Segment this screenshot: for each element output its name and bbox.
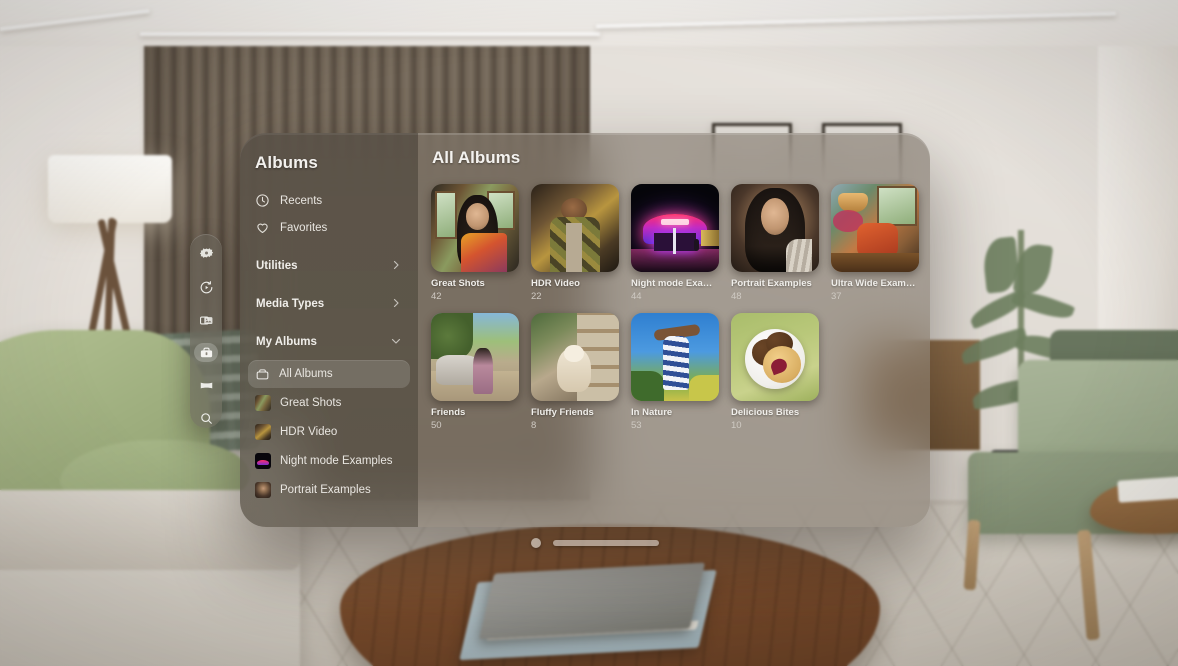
ceiling [0,0,1178,46]
sidebar-item-hdr-video[interactable]: HDR Video [248,418,410,446]
album-card-fluffy-friends[interactable]: Fluffy Friends 8 [531,313,619,431]
album-count: 42 [431,291,442,302]
sidebar-title: Albums [255,153,318,172]
sidebar-item-all-albums[interactable]: All Albums [248,360,410,388]
album-thumbnail [255,395,271,411]
album-card-night-mode-examples[interactable]: Night mode Exam… 44 [631,184,719,302]
media-tab[interactable] [194,311,218,330]
album-thumbnail[interactable] [431,313,519,401]
album-count: 53 [631,420,642,431]
side-table-paper [1117,475,1178,503]
album-thumbnail[interactable] [431,184,519,272]
search-tab[interactable] [194,409,218,428]
album-grid: Great Shots 42 HDR Video 22 Night mode E… [428,184,928,431]
cornice-center [140,32,600,36]
sidebar-item-great-shots[interactable]: Great Shots [248,389,410,417]
album-thumbnail[interactable] [831,184,919,272]
clock-icon [255,193,270,208]
album-count: 50 [431,420,442,431]
album-name: HDR Video [531,278,580,289]
album-card-delicious-bites[interactable]: Delicious Bites 10 [731,313,819,431]
album-card-hdr-video[interactable]: HDR Video 22 [531,184,619,302]
sidebar-item-portrait-examples[interactable]: Portrait Examples [248,476,410,504]
sidebar-item-label: HDR Video [280,426,338,438]
albums-box-icon [199,345,214,360]
book-upper [478,562,706,640]
sidebar-item-label: Great Shots [280,397,342,409]
sidebar-group-my-albums[interactable]: My Albums [248,329,410,355]
album-count: 10 [731,420,742,431]
album-name: Fluffy Friends [531,407,594,418]
sidebar-item-night-mode-examples[interactable]: Night mode Examples [248,447,410,475]
panorama-tab[interactable] [194,376,218,395]
chevron-right-icon [390,259,402,274]
play-circle-icon [199,280,214,295]
panorama-icon [199,378,214,393]
sidebar-item-label: Portrait Examples [280,484,371,496]
album-thumbnail [255,482,271,498]
photos-app-window: Albums Recents Favorites Utilities Media… [240,133,930,527]
close-window-dot[interactable] [531,538,541,548]
album-name: In Nature [631,407,673,418]
page-title: All Albums [432,148,521,167]
album-thumbnail [255,453,271,469]
album-name: Great Shots [431,278,485,289]
album-count: 48 [731,291,742,302]
album-card-portrait-examples[interactable]: Portrait Examples 48 [731,184,819,302]
album-thumbnail[interactable] [631,184,719,272]
albums-tab[interactable] [194,343,218,363]
library-tab[interactable] [194,245,218,264]
photos-rosette-icon [199,247,214,262]
app-tab-bar [190,234,222,428]
album-thumbnail[interactable] [731,313,819,401]
sidebar-item-recents[interactable]: Recents [248,187,410,214]
album-count: 37 [831,291,842,302]
sidebar-item-label: All Albums [279,368,333,380]
album-count: 44 [631,291,642,302]
album-count: 22 [531,291,542,302]
album-name: Delicious Bites [731,407,800,418]
chevron-down-icon [390,335,402,350]
sidebar-item-favorites[interactable]: Favorites [248,214,410,241]
album-thumbnail[interactable] [731,184,819,272]
floor-lamp-shade [48,155,172,223]
album-name: Friends [431,407,466,418]
sidebar-item-label: Recents [280,194,323,207]
album-card-friends[interactable]: Friends 50 [431,313,519,431]
album-name: Night mode Exam… [631,278,719,289]
album-name: Portrait Examples [731,278,812,289]
album-thumbnail[interactable] [631,313,719,401]
albums-box-icon [255,367,270,382]
sidebar-group-label: Utilities [256,260,298,272]
sidebar: Albums Recents Favorites Utilities Media… [240,133,418,527]
memories-tab[interactable] [194,278,218,297]
album-thumbnail[interactable] [531,184,619,272]
album-card-ultra-wide-examples[interactable]: Ultra Wide Exam… 37 [831,184,919,302]
window-resize-bar[interactable] [553,540,659,546]
search-icon [199,411,214,426]
sidebar-item-label: Favorites [280,221,328,234]
album-name: Ultra Wide Exam… [831,278,916,289]
heart-icon [255,220,270,235]
album-thumbnail[interactable] [531,313,619,401]
main-content: All Albums Great Shots 42 HDR Video 22 N… [418,133,930,527]
photo-stack-icon [199,313,214,328]
album-thumbnail [255,424,271,440]
sidebar-group-media-types[interactable]: Media Types [248,291,410,317]
album-card-in-nature[interactable]: In Nature 53 [631,313,719,431]
sidebar-group-label: Media Types [256,298,325,310]
sidebar-item-label: Night mode Examples [280,455,393,467]
sidebar-group-utilities[interactable]: Utilities [248,253,410,279]
chevron-right-icon [390,297,402,312]
sidebar-group-label: My Albums [256,336,317,348]
album-count: 8 [531,420,537,431]
album-card-great-shots[interactable]: Great Shots 42 [431,184,519,302]
